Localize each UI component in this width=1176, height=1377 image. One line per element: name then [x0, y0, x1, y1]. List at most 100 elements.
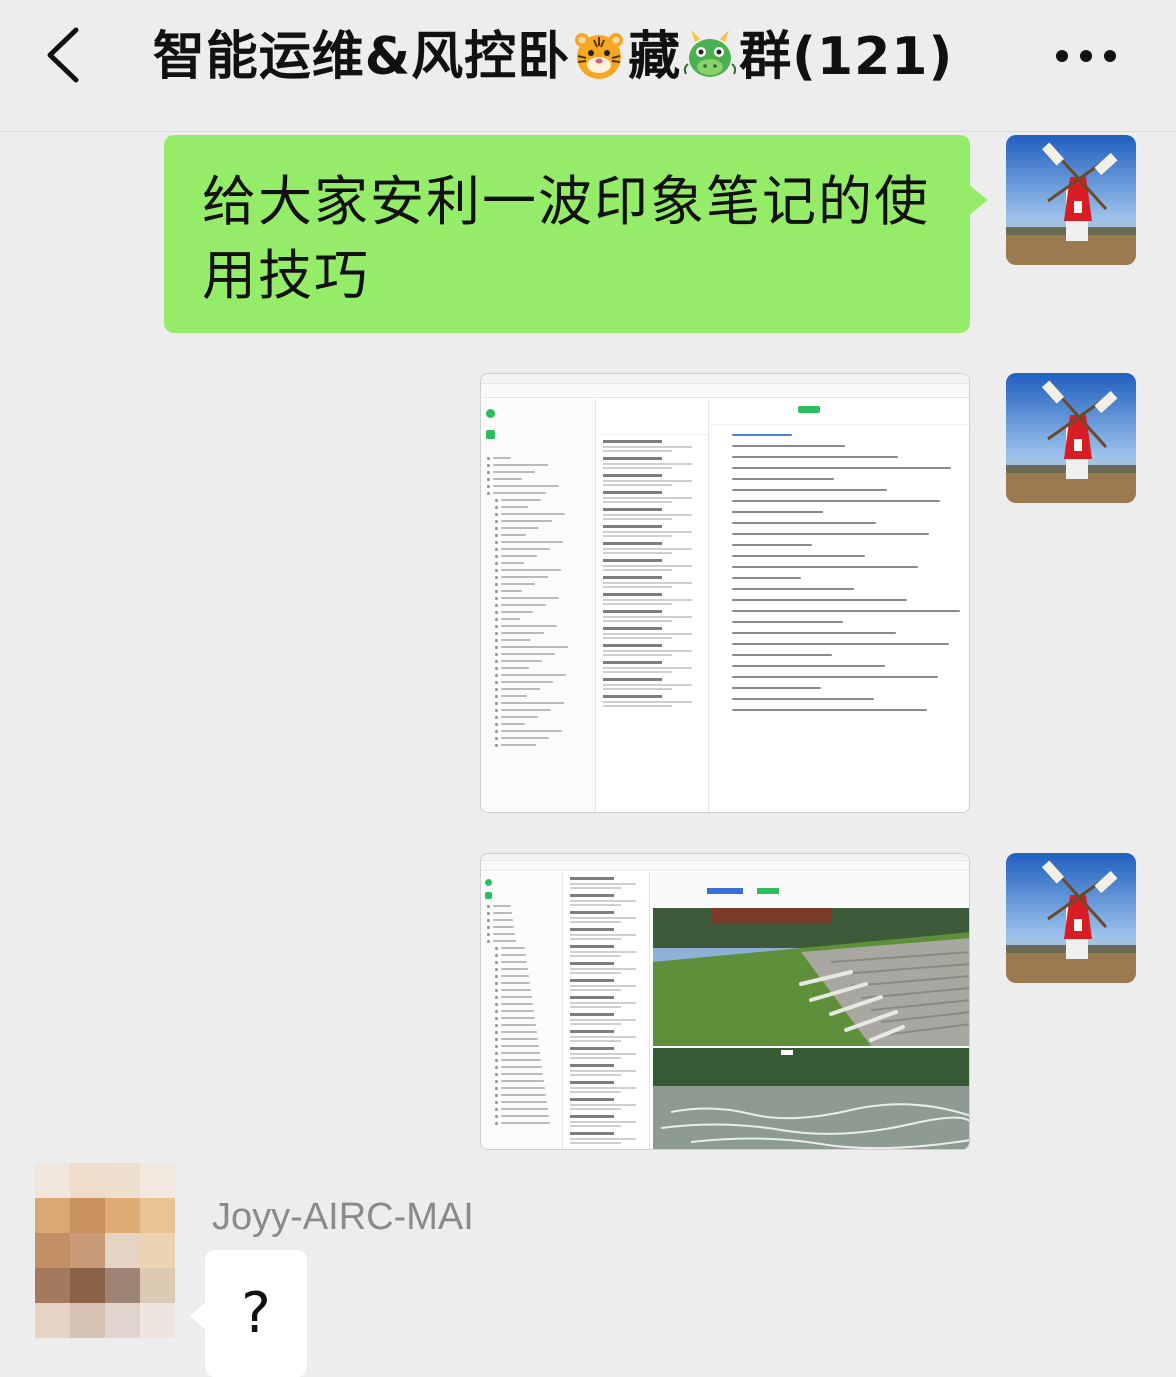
notebook-icon — [495, 575, 498, 579]
notebook-label-line — [501, 667, 529, 669]
notebook-row — [495, 644, 595, 650]
notebook-icon — [495, 659, 498, 663]
my-avatar[interactable] — [1006, 853, 1136, 983]
notebook-row — [495, 1008, 562, 1014]
notebook-icon — [495, 1093, 498, 1097]
note-list-item — [570, 1081, 643, 1093]
notebook-label-line — [501, 583, 535, 585]
note-list-item — [603, 440, 702, 452]
notebook-icon — [495, 1072, 498, 1076]
notebook-row — [495, 595, 595, 601]
note-content-line — [732, 610, 960, 612]
notebook-icon — [495, 967, 498, 971]
notebook-row — [495, 980, 562, 986]
notebook-icon — [495, 1058, 498, 1062]
notebook-label-line — [493, 464, 548, 466]
group-chat-title: 智能运维&风控卧 藏 群(121) — [120, 22, 986, 92]
note-list-item — [603, 474, 702, 486]
new-notebook-icon — [486, 430, 495, 439]
notebook-icon — [495, 652, 498, 656]
note-list-item — [570, 945, 643, 957]
notebook-label-line — [501, 730, 562, 732]
notebook-icon — [495, 568, 498, 572]
notebook-row — [495, 994, 562, 1000]
note-list — [564, 872, 650, 1149]
notebook-icon — [495, 533, 498, 537]
note-list-item — [570, 996, 643, 1008]
notebook-row — [495, 987, 562, 993]
notebook-label-line — [501, 506, 528, 508]
notebook-label-line — [501, 618, 520, 620]
notebook-row — [495, 1015, 562, 1021]
image-message-evernote-notes[interactable] — [480, 373, 970, 813]
notebook-row — [487, 476, 595, 482]
notebook-label-line — [501, 744, 536, 746]
title-text-part1: 智能运维&风控卧 — [152, 27, 571, 87]
notebook-icon — [495, 666, 498, 670]
tiger-face-icon — [575, 33, 624, 79]
image-message-evernote-photo[interactable] — [480, 853, 970, 1150]
photo-note-images — [651, 872, 969, 1149]
note-content-line — [732, 621, 843, 623]
notebook-label-line — [501, 534, 526, 536]
notebook-label-line — [501, 1094, 546, 1096]
notebook-icon — [495, 946, 498, 950]
back-chevron-icon[interactable] — [40, 24, 90, 86]
chat-header: 智能运维&风控卧 藏 群(121) — [0, 0, 1176, 132]
notebook-label-line — [501, 541, 563, 543]
note-list-item — [603, 661, 702, 673]
note-content-line — [732, 577, 801, 579]
notebook-row — [495, 616, 595, 622]
notebook-label-line — [501, 1031, 537, 1033]
notebook-row — [495, 721, 595, 727]
notebook-icon — [495, 589, 498, 593]
notebook-label-line — [501, 611, 533, 613]
my-text-message[interactable]: 给大家安利一波印象笔记的使用技巧 — [164, 135, 970, 333]
note-list-item — [603, 610, 702, 622]
notebook-label-line — [501, 1080, 544, 1082]
note-content-line — [732, 643, 949, 645]
notebook-icon — [495, 1065, 498, 1069]
notebook-label-line — [501, 695, 527, 697]
note-content-line — [732, 555, 865, 557]
notebook-row — [495, 567, 595, 573]
notebook-icon — [487, 491, 490, 495]
note-content-line — [732, 500, 940, 502]
notebook-row — [495, 728, 595, 734]
notebook-label-line — [501, 625, 557, 627]
notebook-icon — [487, 932, 490, 936]
notebook-label-line — [501, 723, 525, 725]
notebook-label-line — [493, 471, 535, 473]
my-avatar[interactable] — [1006, 373, 1136, 503]
other-text-message[interactable]: ? — [205, 1250, 307, 1377]
notebook-row — [495, 1064, 562, 1070]
editor-toolbar — [710, 399, 969, 425]
notebook-label-line — [501, 737, 549, 739]
notebook-row — [495, 609, 595, 615]
notebook-icon — [495, 603, 498, 607]
more-options-icon[interactable] — [1056, 48, 1116, 64]
notebook-row — [495, 1113, 562, 1119]
notebook-row — [495, 1106, 562, 1112]
notebook-row — [495, 1001, 562, 1007]
note-list-item — [570, 1115, 643, 1127]
note-content-line — [732, 599, 907, 601]
note-list-item — [603, 525, 702, 537]
notebook-row — [495, 553, 595, 559]
note-list-item — [570, 1064, 643, 1076]
my-avatar[interactable] — [1006, 135, 1136, 265]
notebook-icon — [487, 918, 490, 922]
notebook-row — [495, 1029, 562, 1035]
mini-toolbar — [481, 861, 969, 871]
notebook-label-line — [501, 548, 550, 550]
windmill-avatar-image — [1006, 373, 1136, 503]
notebook-icon — [495, 1107, 498, 1111]
notebook-row — [487, 938, 562, 944]
notebook-label-line — [501, 1059, 541, 1061]
notebook-label-line — [493, 933, 515, 935]
notebook-label-line — [501, 1038, 538, 1040]
notebook-icon — [495, 988, 498, 992]
notebook-label-line — [501, 569, 561, 571]
note-list-item — [603, 542, 702, 554]
other-user-avatar[interactable] — [35, 1163, 175, 1338]
